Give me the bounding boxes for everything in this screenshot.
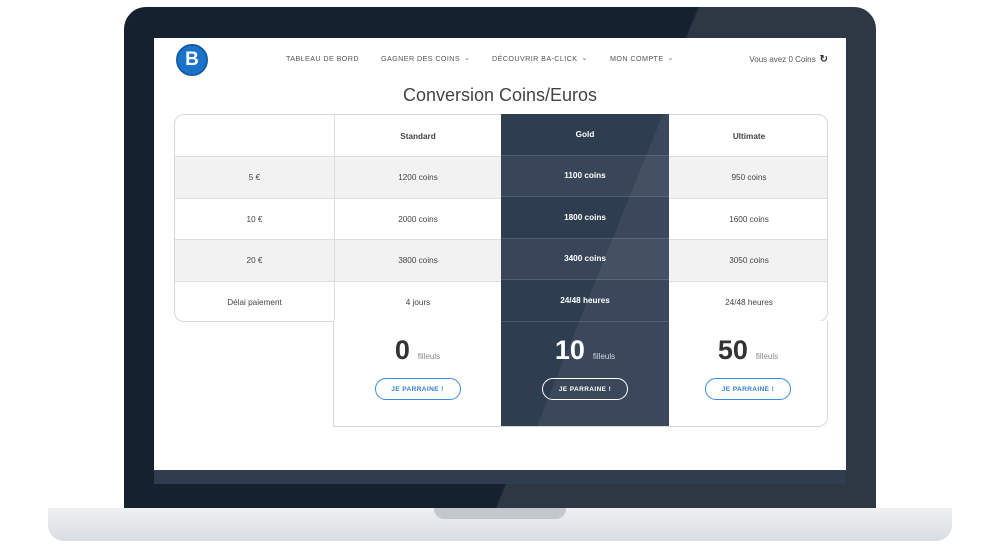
referral-count: 0 filleuls bbox=[395, 335, 440, 366]
referral-number: 50 bbox=[717, 335, 748, 365]
refresh-icon[interactable]: ↻ bbox=[820, 54, 828, 65]
cell-gold: 24/48 heures bbox=[501, 280, 669, 322]
row-label: 10 € bbox=[175, 199, 335, 240]
chevron-down-icon: ⌄ bbox=[667, 54, 674, 62]
row-label: 5 € bbox=[175, 157, 335, 198]
referral-gold: 10 filleuls JE PARRAINE ! bbox=[501, 321, 669, 427]
row-label: 20 € bbox=[175, 240, 335, 281]
laptop-notch bbox=[434, 508, 566, 519]
chevron-down-icon: ⌄ bbox=[464, 54, 471, 62]
page-title: Conversion Coins/Euros bbox=[402, 85, 598, 105]
nav-tableau-de-bord[interactable]: TABLEAU DE BORD bbox=[286, 54, 359, 63]
header-cell-gold: Gold bbox=[501, 114, 669, 156]
parrainer-standard-button[interactable]: JE PARRAINE ! bbox=[374, 378, 461, 400]
screen-bottom-bar bbox=[154, 470, 846, 484]
cell-gold: 1800 coins bbox=[501, 197, 669, 239]
cell-ultimate: 24/48 heures bbox=[725, 298, 773, 307]
balance-text: Vous avez 0 Coins bbox=[749, 55, 816, 64]
cell-ultimate: 950 coins bbox=[731, 173, 767, 182]
coin-balance: Vous avez 0 Coins ↻ bbox=[749, 54, 828, 65]
referral-label: filleuls bbox=[592, 352, 616, 361]
nav-decouvrir-ba-click[interactable]: DÉCOUVRIR BA-CLICK ⌄ bbox=[492, 54, 588, 63]
referral-ultimate: 50 filleuls JE PARRAINE ! bbox=[668, 321, 828, 427]
cell-standard: 4 jours bbox=[335, 282, 502, 321]
header-cell-empty bbox=[175, 115, 335, 157]
nav-label: TABLEAU DE BORD bbox=[286, 54, 359, 63]
screen: B TABLEAU DE BORD GAGNER DES COINS ⌄ DÉC… bbox=[154, 38, 846, 470]
nav-mon-compte[interactable]: MON COMPTE ⌄ bbox=[610, 54, 674, 63]
referral-number: 0 bbox=[394, 335, 410, 365]
cell-gold: 3400 coins bbox=[501, 238, 669, 280]
nav-label: GAGNER DES COINS bbox=[381, 54, 461, 63]
nav-label: MON COMPTE bbox=[610, 54, 664, 63]
chevron-down-icon: ⌄ bbox=[581, 54, 588, 62]
header-cell-ultimate: Ultimate bbox=[732, 131, 766, 141]
row-label: Délai paiement bbox=[175, 282, 335, 321]
cell-ultimate: 1600 coins bbox=[729, 215, 769, 224]
logo[interactable]: B bbox=[176, 44, 208, 76]
nav-gagner-des-coins[interactable]: GAGNER DES COINS ⌄ bbox=[381, 54, 470, 63]
cell-ultimate: 3050 coins bbox=[729, 256, 769, 265]
cell-standard: 3800 coins bbox=[335, 240, 502, 281]
referral-count: 50 filleuls bbox=[718, 335, 778, 366]
header-cell-standard: Standard bbox=[335, 115, 502, 157]
referral-standard: 0 filleuls JE PARRAINE ! bbox=[334, 321, 501, 427]
gold-column: Gold 1100 coins 1800 coins 3400 coins 24… bbox=[501, 114, 669, 426]
cell-standard: 1200 coins bbox=[335, 157, 502, 198]
referral-label: filleuls bbox=[417, 352, 441, 361]
logo-letter: B bbox=[185, 49, 199, 70]
referral-count: 10 filleuls bbox=[555, 335, 615, 366]
referral-number: 10 bbox=[554, 335, 585, 365]
cell-standard: 2000 coins bbox=[335, 199, 502, 240]
parrainer-ultimate-button[interactable]: JE PARRAINE ! bbox=[705, 378, 791, 400]
cell-gold: 1100 coins bbox=[501, 155, 669, 197]
nav-label: DÉCOUVRIR BA-CLICK bbox=[492, 54, 578, 63]
referral-label: filleuls bbox=[755, 352, 779, 361]
parrainer-gold-button[interactable]: JE PARRAINE ! bbox=[542, 378, 628, 400]
